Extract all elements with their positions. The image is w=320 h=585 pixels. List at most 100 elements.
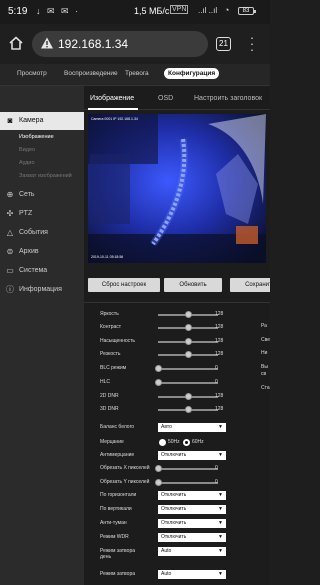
chevron-down-icon: ▼ (218, 492, 223, 498)
shutter-day-label: Режим затвора день (100, 548, 135, 560)
slider-row: Резкость 128 (84, 350, 270, 360)
slider-knob[interactable] (184, 311, 192, 318)
more-menu-icon[interactable]: · · · (248, 31, 256, 56)
sidebar-item-network[interactable]: ⊕ Сеть (0, 186, 84, 204)
home-icon[interactable] (8, 35, 24, 51)
video-osd-title: Camera 0001 IP 192.168.1.34 (91, 117, 138, 121)
slider-track[interactable] (154, 379, 218, 386)
status-bar: 5:19 ↓ ✉ ✉ · 1,5 МБ/с VPN ..ıl ..ıl ◔ 83 (0, 0, 270, 24)
tab-switcher-button[interactable]: 21 (216, 37, 231, 51)
slider-knob[interactable] (155, 479, 162, 486)
slider-track[interactable] (154, 365, 218, 372)
slider-label: BLC режим (100, 365, 127, 371)
antifog-select[interactable]: Отключить ▼ (158, 519, 226, 528)
sidebar-item-label: Камера (19, 117, 44, 124)
vertical-flip-label: По вертикали (100, 506, 132, 512)
slider-knob[interactable] (184, 351, 192, 358)
sidebar-sub-snapshot[interactable]: Захват изображений (19, 173, 72, 179)
active-tab-indicator (88, 108, 138, 110)
crop-y-slider[interactable] (155, 479, 218, 486)
slider-row: Насыщенность 128 (84, 337, 270, 347)
crop-y-label: Обрезать Y пикселей (100, 479, 150, 485)
divider (84, 302, 270, 303)
slider-row: BLC режим 0 (84, 364, 270, 374)
sidebar-sub-audio[interactable]: Аудио (19, 160, 35, 166)
antifog-row: Анти-туман Отключить ▼ (84, 519, 270, 529)
white-balance-label: Баланс белого (100, 424, 135, 430)
bell-icon: △ (6, 228, 14, 237)
slider-row: Контраст 128 (84, 323, 270, 333)
tab-custom-title[interactable]: Настроить заголовок (194, 95, 262, 102)
chevron-down-icon: ▼ (218, 571, 223, 577)
crop-x-slider[interactable] (155, 465, 218, 472)
slider-track[interactable] (158, 351, 218, 358)
browser-toolbar: 192.168.1.34 21 · · · (0, 24, 270, 64)
slider-label: Контраст (100, 324, 122, 330)
right-column-label: св (261, 371, 267, 377)
slider-knob[interactable] (154, 379, 162, 386)
sidebar-item-label: Система (19, 267, 48, 274)
nav-alarm[interactable]: Тревога (125, 70, 149, 77)
sidebar: ◙ Камера Изображение Видео Аудио Захват … (0, 86, 84, 585)
url-text: 192.168.1.34 (58, 37, 129, 51)
nav-live-view[interactable]: Просмотр (17, 70, 47, 77)
warning-icon[interactable] (40, 36, 54, 50)
antiflicker-row: Антимерцание Отключить ▼ (84, 451, 270, 461)
tab-image[interactable]: Изображение (90, 95, 134, 102)
nav-playback[interactable]: Воспроизведение (64, 70, 118, 77)
sidebar-item-camera[interactable]: ◙ Камера (0, 112, 84, 130)
slider-track[interactable] (158, 324, 218, 331)
vertical-flip-select[interactable]: Отключить ▼ (158, 505, 226, 514)
antifog-value: Отключить (161, 520, 187, 526)
slider-knob[interactable] (184, 406, 192, 413)
content-panel: Изображение OSD Настроить заголовок Came… (84, 86, 270, 585)
shutter-day-value: Auto (161, 548, 172, 554)
sidebar-sub-video[interactable]: Видео (19, 147, 35, 153)
slider-knob[interactable] (184, 338, 192, 345)
slider-knob[interactable] (155, 465, 162, 472)
slider-knob[interactable] (154, 365, 162, 372)
status-time: 5:19 (8, 6, 28, 17)
sidebar-item-archive[interactable]: ⊜ Архив (0, 243, 84, 261)
wifi-icon: ◔ (224, 5, 230, 15)
tab-osd[interactable]: OSD (158, 95, 173, 102)
sidebar-item-label: События (19, 229, 48, 236)
horizontal-flip-value: Отключить (161, 492, 187, 498)
wdr-label: Режим WDR (100, 534, 129, 540)
slider-track[interactable] (158, 338, 218, 345)
nav-configuration[interactable]: Конфигурация (164, 68, 220, 79)
reset-button[interactable]: Сброс настроек (88, 278, 160, 292)
sidebar-item-system[interactable]: ▭ Система (0, 262, 84, 280)
slider-row: Яркость 128 (84, 310, 270, 320)
antiflicker-select[interactable]: Отключить ▼ (158, 451, 226, 460)
wdr-value: Отключить (161, 534, 187, 540)
flicker-60hz-label: 60Hz (192, 439, 204, 445)
sidebar-item-label: Сеть (19, 191, 35, 198)
slider-track[interactable] (158, 311, 218, 318)
save-button[interactable]: Сохранить (230, 278, 270, 292)
shutter-day-select[interactable]: Auto ▼ (158, 547, 226, 556)
sidebar-item-ptz[interactable]: ✣ PTZ (0, 205, 84, 223)
slider-value: 0 (215, 365, 218, 371)
sidebar-item-info[interactable]: ⓘ Информация (0, 281, 84, 299)
sidebar-sub-image[interactable]: Изображение (19, 134, 54, 140)
address-bar[interactable]: 192.168.1.34 (32, 31, 208, 57)
slider-knob[interactable] (184, 324, 192, 331)
sidebar-item-events[interactable]: △ События (0, 224, 84, 242)
horizontal-flip-select[interactable]: Отключить ▼ (158, 491, 226, 500)
crop-x-value: 0 (215, 465, 218, 471)
flicker-label: Мерцание (100, 439, 124, 445)
sidebar-item-label: PTZ (19, 210, 33, 217)
wdr-select[interactable]: Отключить ▼ (158, 533, 226, 542)
flicker-50hz-radio[interactable] (159, 439, 166, 446)
slider-track[interactable] (158, 406, 218, 413)
slider-track[interactable] (158, 393, 218, 400)
chevron-down-icon: ▼ (218, 452, 223, 458)
flicker-60hz-radio[interactable] (183, 439, 190, 446)
refresh-button[interactable]: Обновить (164, 278, 222, 292)
shutter-night-select[interactable]: Auto ▼ (158, 570, 226, 579)
chevron-down-icon: ▼ (218, 520, 223, 526)
slider-knob[interactable] (184, 393, 192, 400)
video-osd-timestamp: 2019-10-11 05:18:56 (91, 255, 124, 259)
white-balance-select[interactable]: Авто ▼ (158, 423, 226, 432)
